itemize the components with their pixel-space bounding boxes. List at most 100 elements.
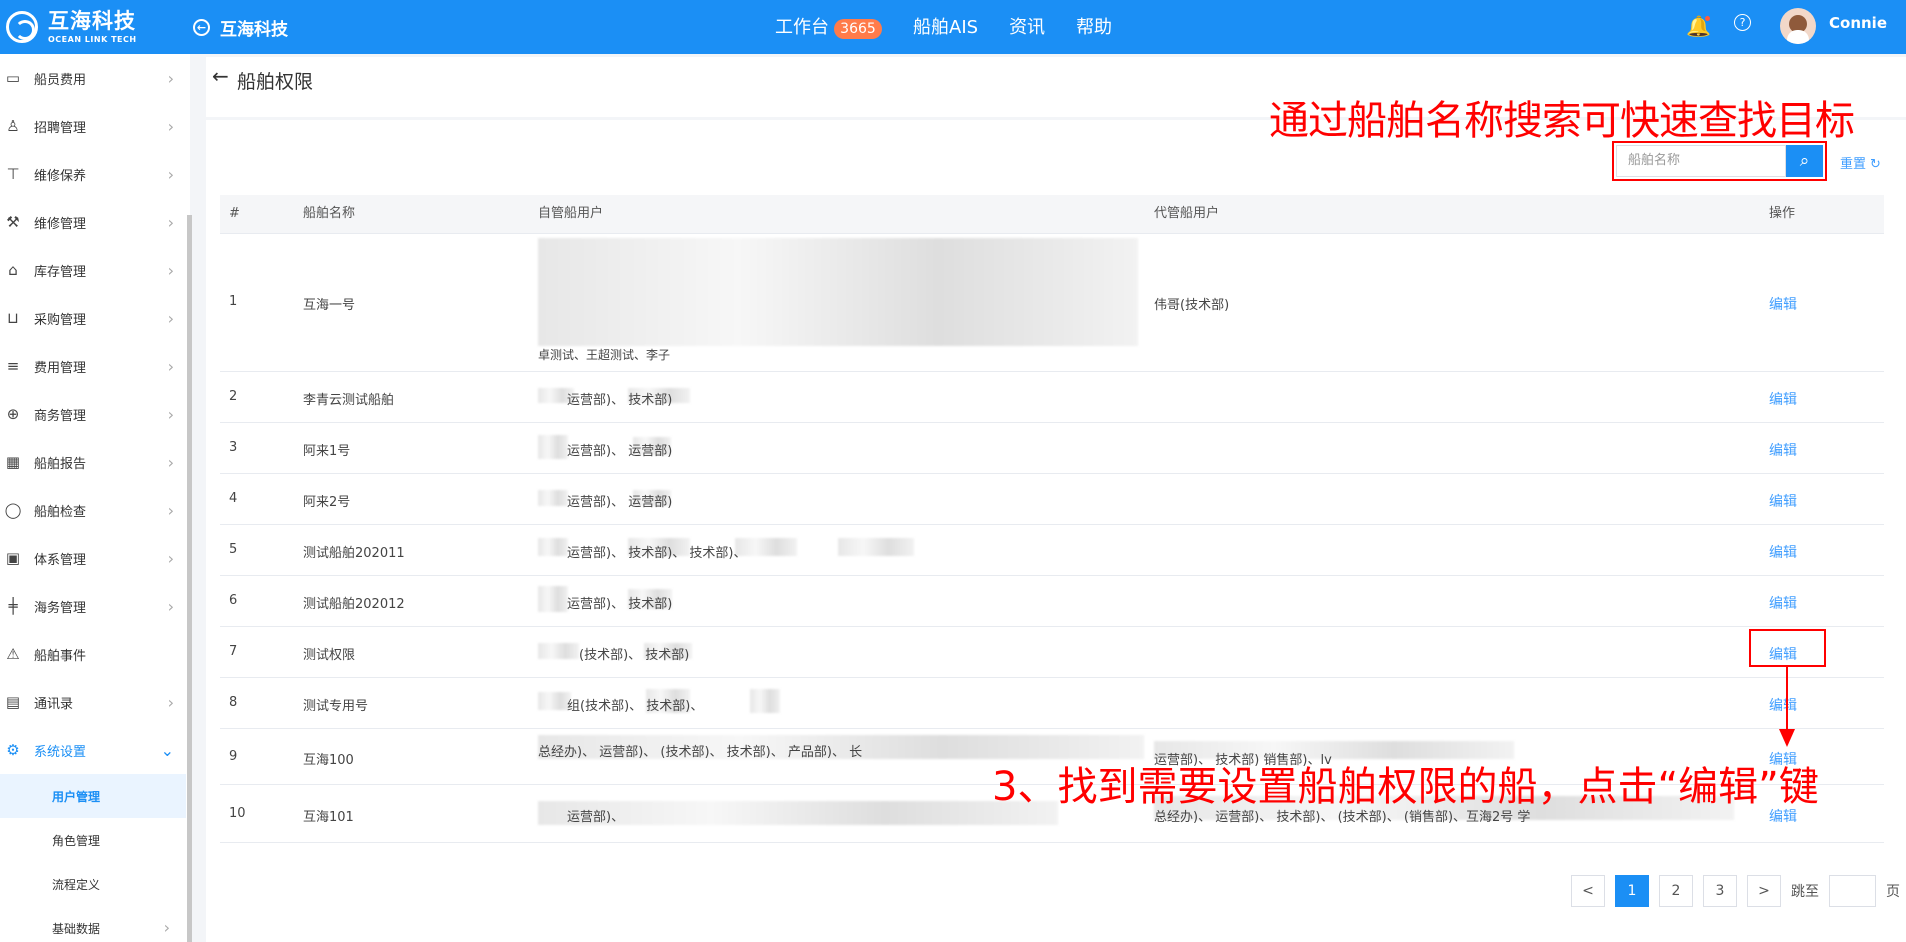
company-name: 互海科技 <box>220 19 288 40</box>
row-3-index: 3 <box>229 440 238 455</box>
edit-annotation: 3、找到需要设置船舶权限的船，点击“编辑”键 <box>992 764 1819 810</box>
gear-icon: ⚙ <box>6 741 20 759</box>
nav-help[interactable]: 帮助 <box>1076 13 1112 39</box>
sidebar-item-system-management[interactable]: ▣ 体系管理 › <box>0 534 190 582</box>
row-divider <box>220 677 1884 678</box>
reset-button[interactable]: 重置 ↻ <box>1840 153 1881 172</box>
row-divider <box>220 473 1884 474</box>
annotation-arrow-head <box>1779 729 1795 747</box>
row-4-edit-button[interactable]: 编辑 <box>1769 491 1797 511</box>
avatar[interactable] <box>1780 8 1816 44</box>
row-1-self-users: 卓测试、王超测试、李子 <box>538 348 671 362</box>
row-8-self-users: 组(技术部)、 技术部)、 <box>567 699 704 714</box>
chevron-right-icon: › <box>167 117 174 136</box>
row-8-ship-name: 测试专用号 <box>303 699 369 714</box>
search-annotation: 通过船舶名称搜索可快速查找目标 <box>1269 98 1855 144</box>
ship-name-search-input[interactable]: 船舶名称 <box>1616 145 1786 177</box>
page-title: 船舶权限 <box>237 71 314 93</box>
blurred-self-users <box>538 238 1138 346</box>
chevron-right-icon: › <box>167 405 174 424</box>
blurred-name <box>538 586 568 612</box>
row-2-edit-button[interactable]: 编辑 <box>1769 389 1797 409</box>
sidebar-subitem-workflow-definition[interactable]: 流程定义 <box>0 862 186 906</box>
sidebar-item-recruitment[interactable]: ♙ 招聘管理 › <box>0 102 190 150</box>
row-divider <box>220 422 1884 423</box>
chevron-right-icon: › <box>167 69 174 88</box>
sidebar-item-crew-expense[interactable]: ▭ 船员费用 › <box>0 54 190 102</box>
sidebar-item-maintenance[interactable]: ⊤ 维修保养 › <box>0 150 190 198</box>
sidebar-item-ship-events[interactable]: ⚠ 船舶事件 <box>0 630 190 678</box>
chevron-right-icon: › <box>167 309 174 328</box>
sidebar-subitem-role-management[interactable]: 角色管理 <box>0 818 186 862</box>
notification-dot <box>1705 16 1710 21</box>
jump-label: 跳至 <box>1791 884 1819 900</box>
chevron-right-icon: › <box>167 549 174 568</box>
column-index: # <box>229 206 240 221</box>
row-5-edit-button[interactable]: 编辑 <box>1769 542 1797 562</box>
row-divider <box>220 842 1884 843</box>
chevron-right-icon: › <box>167 165 174 184</box>
column-agent-managed-users: 代管船用户 <box>1154 206 1220 221</box>
sidebar-item-marine-management[interactable]: ╪ 海务管理 › <box>0 582 190 630</box>
row-8-edit-button[interactable]: 编辑 <box>1769 695 1797 715</box>
warning-icon: ⚠ <box>6 645 20 663</box>
row-divider <box>220 626 1884 627</box>
question-circle-icon[interactable]: ? <box>1734 14 1751 31</box>
sidebar-subitem-basic-data[interactable]: 基础数据 › <box>0 906 186 942</box>
wallet-icon: ▭ <box>5 69 21 87</box>
table-header <box>220 195 1884 234</box>
pagination-page[interactable]: 2 <box>1659 875 1693 907</box>
row-1-edit-button[interactable]: 编辑 <box>1769 294 1797 314</box>
sidebar-item-system-settings[interactable]: ⚙ 系统设置 ⌄ <box>0 726 190 774</box>
row-6-ship-name: 测试船舶202012 <box>303 597 405 612</box>
pagination-prev[interactable]: < <box>1571 875 1605 907</box>
sidebar-item-repair[interactable]: ⚒ 维修管理 › <box>0 198 190 246</box>
annotation-arrow-line <box>1786 667 1788 734</box>
sidebar-item-expense[interactable]: ≡ 费用管理 › <box>0 342 190 390</box>
row-9-self-users: 总经办)、 运营部)、 (技术部)、 技术部)、 产品部)、 长 <box>538 745 863 760</box>
row-4-ship-name: 阿来2号 <box>303 495 351 510</box>
row-7-index: 7 <box>229 644 238 659</box>
nav-news[interactable]: 资讯 <box>1009 13 1045 39</box>
row-6-edit-button[interactable]: 编辑 <box>1769 593 1797 613</box>
sidebar-subitem-user-management[interactable]: 用户管理 <box>0 774 186 818</box>
chevron-right-icon: › <box>163 918 170 937</box>
circle-arrow-left-icon[interactable]: ← <box>193 18 210 36</box>
tool-icon: ⊤ <box>6 165 20 183</box>
row-10-ship-name: 互海101 <box>303 810 354 825</box>
company-switcher[interactable]: ← 互海科技 <box>193 12 288 42</box>
row-1-index: 1 <box>229 294 238 309</box>
username[interactable]: Connie <box>1829 14 1887 32</box>
nav-workbench[interactable]: 工作台 3665 <box>775 13 882 39</box>
logo-icon <box>6 11 38 43</box>
row-6-index: 6 <box>229 593 238 608</box>
search-button[interactable]: ⌕ <box>1786 145 1823 177</box>
warehouse-icon: ⌂ <box>8 261 18 279</box>
sidebar-item-ship-report[interactable]: ▦ 船舶报告 › <box>0 438 190 486</box>
database-icon: ≡ <box>6 357 20 375</box>
blurred-name <box>750 689 780 713</box>
sidebar-item-business[interactable]: ⊕ 商务管理 › <box>0 390 190 438</box>
nav-ship-ais[interactable]: 船舶AIS <box>913 13 978 39</box>
column-self-managed-users: 自管船用户 <box>538 206 604 221</box>
calendar-icon: ▦ <box>5 453 21 471</box>
pagination-page[interactable]: 3 <box>1703 875 1737 907</box>
sidebar-item-purchase[interactable]: ⊔ 采购管理 › <box>0 294 190 342</box>
pagination-next[interactable]: > <box>1747 875 1781 907</box>
chevron-right-icon: › <box>167 501 174 520</box>
refresh-icon: ↻ <box>1870 157 1881 172</box>
pagination-page[interactable]: 1 <box>1615 875 1649 907</box>
sidebar-item-ship-inspection[interactable]: ◯ 船舶检查 › <box>0 486 190 534</box>
check-circle-icon: ◯ <box>4 501 22 519</box>
top-navigation: 工作台 3665 船舶AIS 资讯 帮助 <box>775 13 1112 39</box>
logo-english-name: OCEAN LINK TECH <box>48 34 137 44</box>
row-2-index: 2 <box>229 389 238 404</box>
sidebar-item-inventory[interactable]: ⌂ 库存管理 › <box>0 246 190 294</box>
pagination: < 1 2 3 > 跳至 页 <box>1571 875 1900 907</box>
sidebar-scrollbar[interactable] <box>187 215 192 942</box>
page-jump-input[interactable] <box>1829 875 1876 907</box>
back-arrow-icon[interactable]: ← <box>212 64 229 88</box>
logo-chinese-name: 互海科技 <box>48 8 136 33</box>
sidebar-item-contacts[interactable]: ▤ 通讯录 › <box>0 678 190 726</box>
row-3-edit-button[interactable]: 编辑 <box>1769 440 1797 460</box>
